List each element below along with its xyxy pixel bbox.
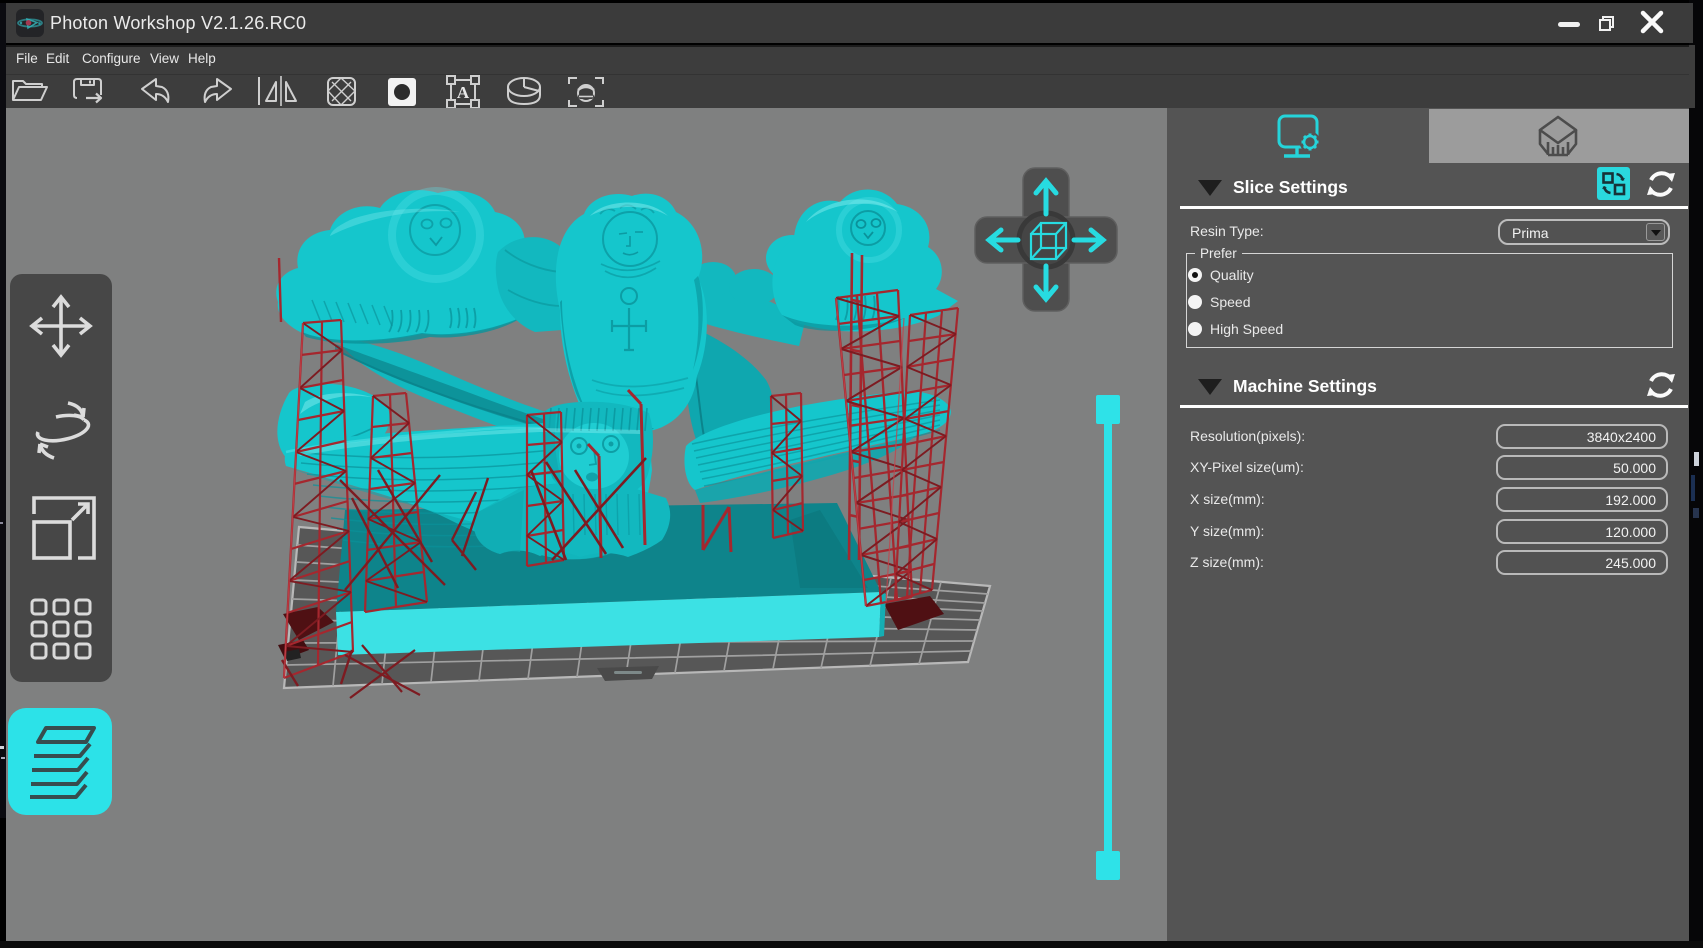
svg-text:A: A <box>457 83 470 102</box>
